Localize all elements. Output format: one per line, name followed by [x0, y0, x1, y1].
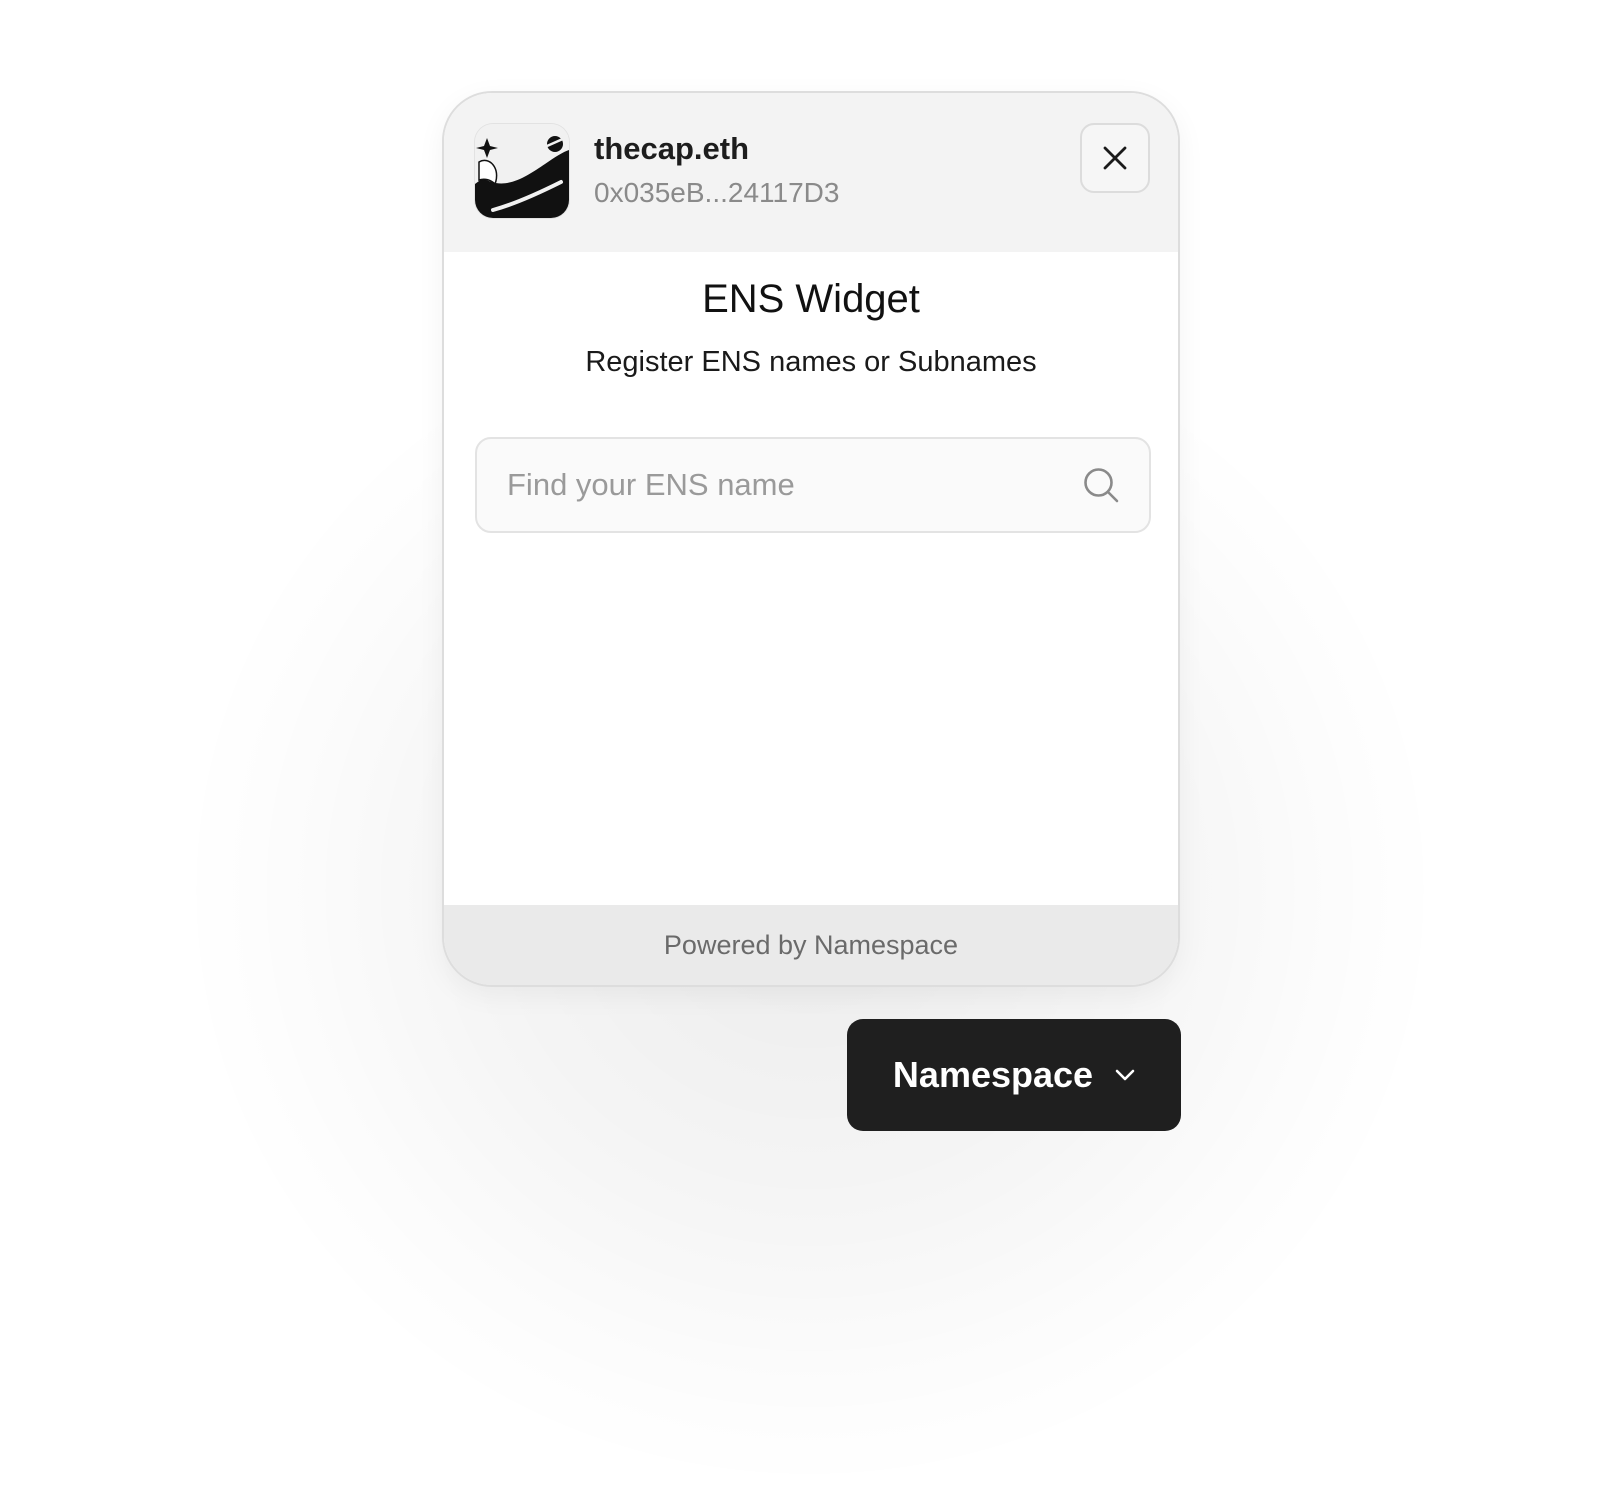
account-address: 0x035eB...24117D3 [594, 177, 840, 208]
widget-title: ENS Widget [702, 277, 920, 321]
chevron-down-icon [1115, 1069, 1135, 1081]
account-ens-name: thecap.eth [594, 131, 750, 166]
powered-by-text: Powered by Namespace [663, 929, 959, 960]
search-input[interactable] [507, 439, 1067, 531]
avatar-image [475, 124, 569, 218]
account-avatar [475, 124, 569, 218]
namespace-button-label: Namespace [892, 1054, 1094, 1095]
widget-header: thecap.eth 0x035eB...24117D3 [444, 93, 1178, 252]
widget-subtitle: Register ENS names or Subnames [585, 346, 1037, 378]
namespace-launcher-button[interactable]: Namespace [847, 1019, 1181, 1131]
ens-widget-panel: thecap.eth 0x035eB...24117D3 ENS Widget … [442, 91, 1180, 987]
search-icon[interactable] [1083, 467, 1119, 503]
close-button[interactable] [1080, 123, 1150, 193]
widget-footer: Powered by Namespace [444, 905, 1178, 985]
search-box[interactable] [475, 437, 1151, 533]
close-icon [1103, 146, 1127, 170]
